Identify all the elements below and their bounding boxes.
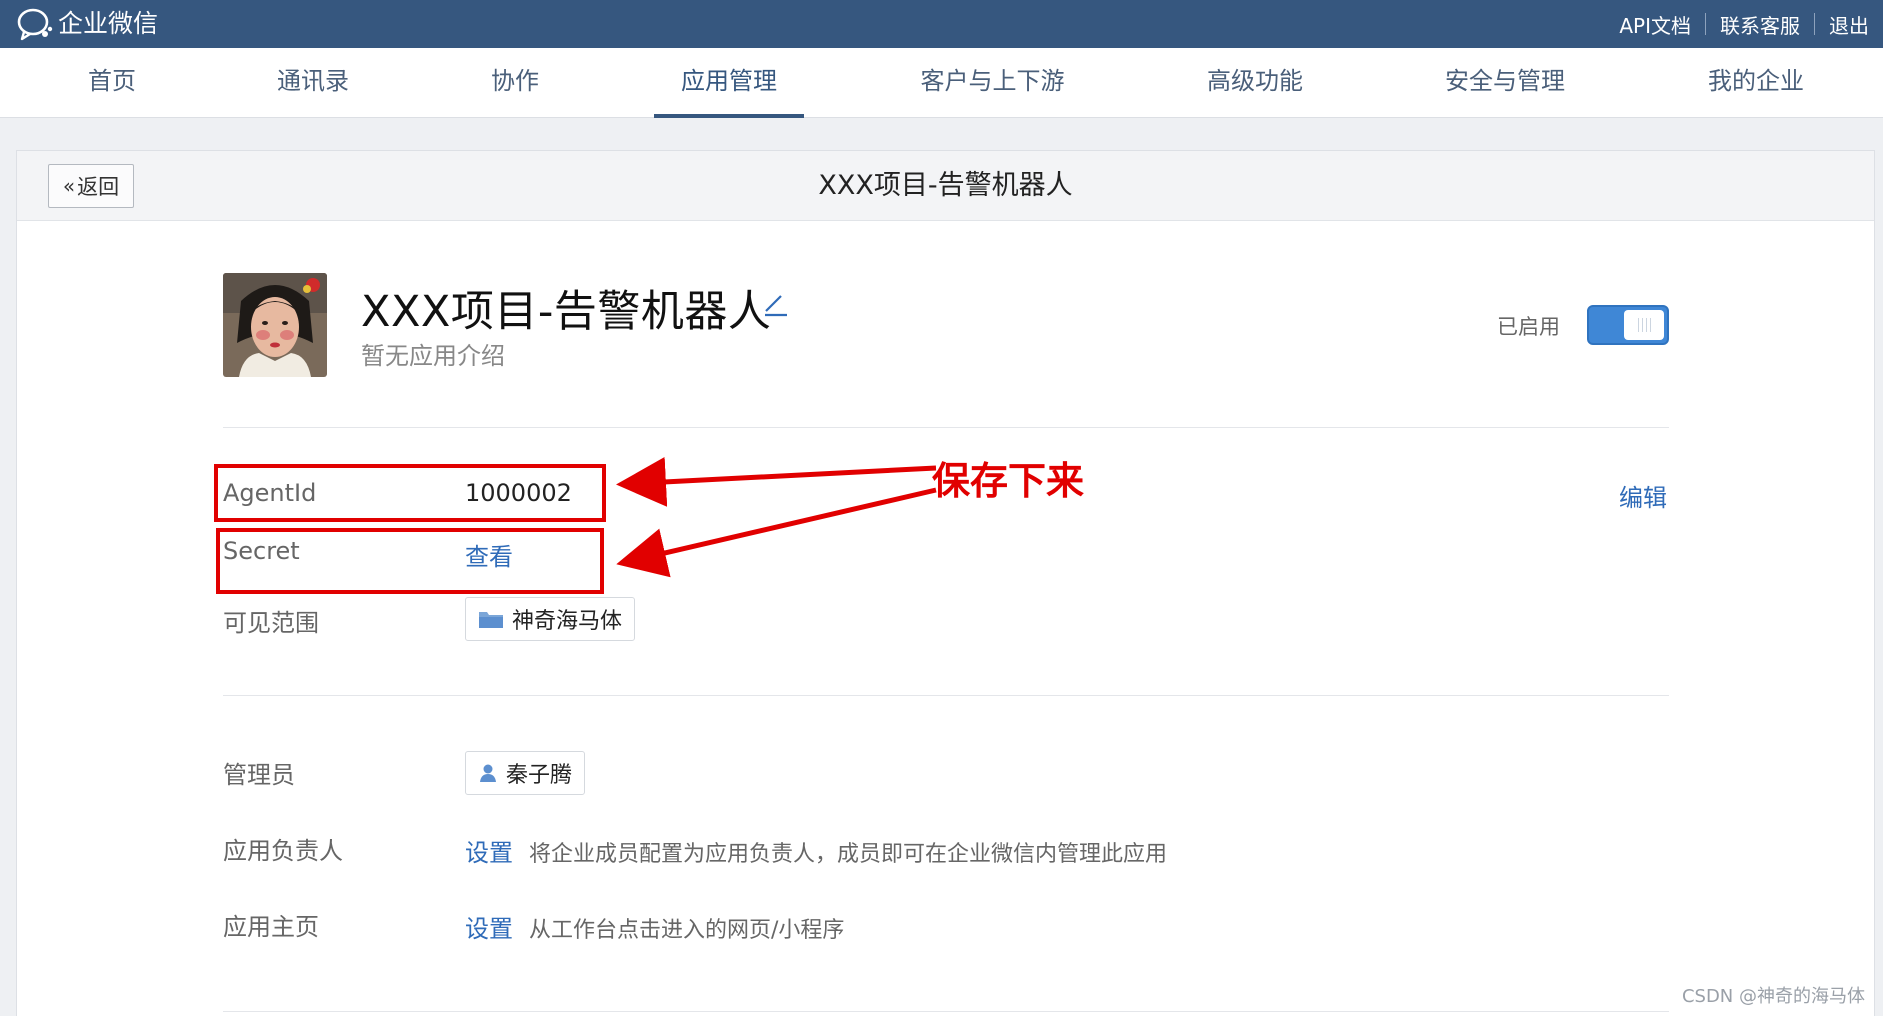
back-button-label: 返回 — [77, 175, 120, 199]
nav-item-home[interactable]: 首页 — [62, 48, 162, 118]
nav-item-customers[interactable]: 客户与上下游 — [900, 48, 1085, 118]
logo[interactable]: 企业微信 — [16, 6, 158, 42]
divider — [223, 695, 1669, 696]
folder-icon — [479, 612, 503, 628]
nav-item-advanced[interactable]: 高级功能 — [1195, 48, 1315, 118]
app-avatar[interactable] — [223, 273, 327, 377]
double-chevron-left-icon: « — [62, 174, 76, 198]
avatar-image — [223, 273, 327, 377]
divider — [223, 427, 1669, 428]
top-bar: 企业微信 API文档 联系客服 退出 — [0, 0, 1883, 48]
nav-item-my-company[interactable]: 我的企业 — [1696, 48, 1816, 118]
divider — [223, 1011, 1669, 1012]
status-label: 已启用 — [1497, 315, 1560, 339]
top-links: API文档 联系客服 退出 — [1605, 0, 1883, 48]
owner-row: 设置 将企业成员配置为应用负责人，成员即可在企业微信内管理此应用 — [465, 833, 1167, 868]
homepage-label: 应用主页 — [223, 913, 319, 941]
nav-item-security[interactable]: 安全与管理 — [1435, 48, 1575, 118]
nav-item-label: 应用管理 — [681, 67, 777, 95]
logout-link[interactable]: 退出 — [1815, 10, 1883, 39]
owner-set-link[interactable]: 设置 — [465, 839, 513, 867]
visible-scope-chip[interactable]: 神奇海马体 — [465, 597, 636, 641]
nav-item-app-management[interactable]: 应用管理 — [654, 48, 804, 118]
main-nav: 首页 通讯录 协作 应用管理 客户与上下游 高级功能 安全与管理 我的企业 — [0, 48, 1883, 118]
contact-support-link[interactable]: 联系客服 — [1706, 10, 1814, 39]
nav-item-collaboration[interactable]: 协作 — [465, 48, 565, 118]
homepage-row: 设置 从工作台点击进入的网页/小程序 — [465, 909, 844, 944]
annotation-box-secret — [216, 528, 604, 594]
app-name: XXX项目-告警机器人 — [361, 287, 772, 337]
homepage-description: 从工作台点击进入的网页/小程序 — [529, 918, 845, 943]
toggle-knob — [1624, 310, 1664, 340]
api-docs-link[interactable]: API文档 — [1605, 10, 1705, 39]
admin-label: 管理员 — [223, 761, 295, 789]
active-tab-indicator — [654, 114, 804, 118]
user-icon — [480, 764, 496, 782]
visible-scope-label: 可见范围 — [223, 609, 319, 637]
nav-item-contacts[interactable]: 通讯录 — [258, 48, 368, 118]
page-title: XXX项目-告警机器人 — [818, 170, 1073, 201]
app-description: 暂无应用介绍 — [361, 342, 505, 370]
owner-label: 应用负责人 — [223, 837, 343, 865]
owner-description: 将企业成员配置为应用负责人，成员即可在企业微信内管理此应用 — [529, 842, 1168, 867]
visible-scope-value: 神奇海马体 — [512, 609, 623, 634]
nav-item-label: 协作 — [491, 67, 539, 95]
pencil-icon[interactable] — [761, 289, 791, 319]
annotation-label: 保存下来 — [932, 458, 1085, 503]
wecom-logo-icon — [17, 8, 53, 41]
edit-link[interactable]: 编辑 — [1619, 478, 1667, 513]
annotation-box-agentid — [214, 464, 606, 522]
back-button[interactable]: « 返回 — [48, 164, 134, 208]
admin-value: 秦子腾 — [506, 763, 573, 788]
admin-chip[interactable]: 秦子腾 — [465, 751, 586, 795]
enable-toggle[interactable] — [1587, 305, 1669, 345]
logo-text: 企业微信 — [58, 9, 159, 38]
card-header: XXX项目-告警机器人 « 返回 — [17, 151, 1874, 221]
watermark: CSDN @神奇的海马体 — [1681, 986, 1865, 1007]
homepage-set-link[interactable]: 设置 — [465, 915, 513, 943]
